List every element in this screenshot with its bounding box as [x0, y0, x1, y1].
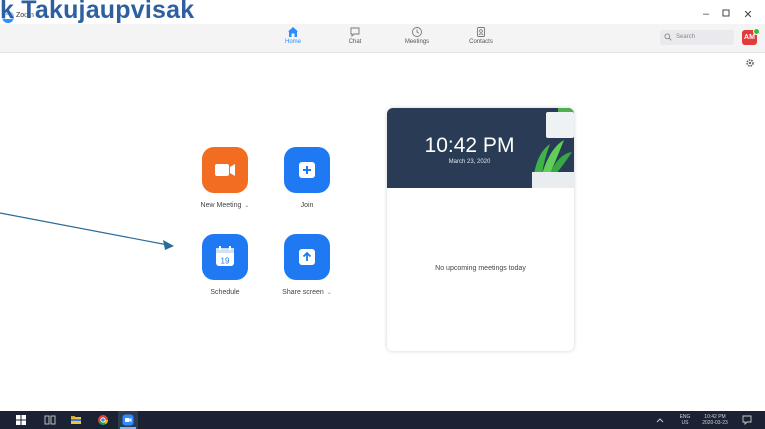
notification-icon[interactable] — [741, 414, 753, 426]
task-view-icon[interactable] — [44, 414, 56, 426]
zoom-app-icon — [122, 414, 134, 426]
chrome-icon[interactable] — [97, 414, 109, 426]
windows-start-icon[interactable] — [15, 414, 27, 426]
system-clock[interactable]: 10:42 PM 2020-03-23 — [698, 414, 732, 426]
language-indicator[interactable]: ENG US — [678, 414, 692, 426]
upcoming-meetings-card: 10:42 PM March 23, 2020 No upcoming meet… — [387, 108, 574, 351]
zoom-taskbar-button[interactable] — [118, 411, 138, 429]
empty-meetings-message: No upcoming meetings today — [435, 265, 526, 272]
annotation-arrow — [0, 212, 174, 250]
card-header: 10:42 PM March 23, 2020 — [387, 108, 574, 188]
file-explorer-icon[interactable] — [70, 414, 82, 426]
taskbar-date: 2020-03-23 — [702, 420, 728, 426]
current-time: 10:42 PM — [424, 134, 515, 157]
region-code: US — [681, 420, 689, 426]
chevron-up-icon[interactable] — [656, 416, 664, 424]
current-date: March 23, 2020 — [448, 159, 491, 165]
taskbar: ENG US 10:42 PM 2020-03-23 — [0, 411, 765, 429]
